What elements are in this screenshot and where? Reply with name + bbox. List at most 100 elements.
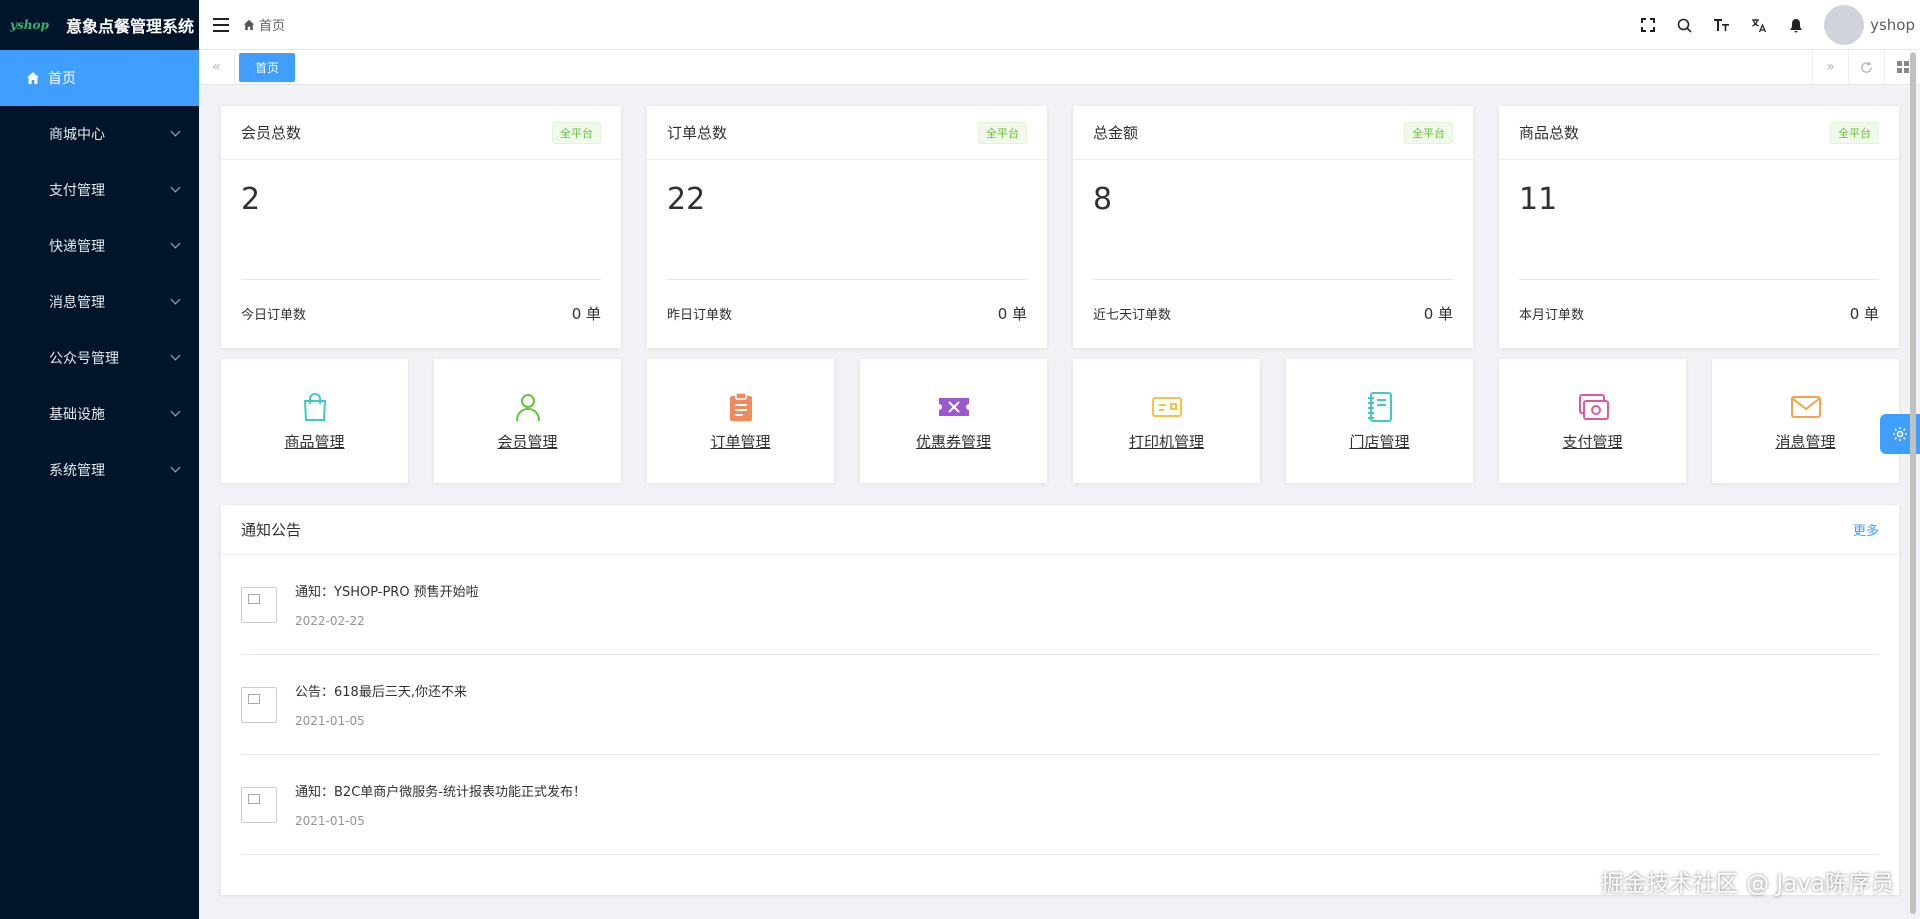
stat-value: 8 [1093, 160, 1453, 280]
navbar-right: yshop [1629, 0, 1920, 50]
notice-item-date: 2021-01-05 [295, 814, 365, 828]
quick-label: 优惠券管理 [915, 432, 991, 451]
sidebar-item-label: 商城中心 [49, 127, 105, 143]
list-item[interactable]: 通知：B2C单商户微服务-统计报表功能正式发布！ 2021-01-05 [241, 755, 1879, 855]
platform-badge: 全平台 [1830, 121, 1879, 144]
notice-item-date: 2021-01-05 [295, 714, 365, 728]
sidebar-item-message[interactable]: 消息管理 [0, 274, 199, 330]
chevron-down-icon [170, 350, 181, 361]
breadcrumb[interactable]: 首页 [243, 15, 285, 34]
home-icon [24, 71, 42, 85]
quick-label: 商品管理 [284, 432, 345, 451]
stat-foot-label: 昨日订单数 [667, 307, 733, 323]
chevron-down-icon [170, 406, 181, 417]
notice-item-title: 公告：618最后三天,你还不来 [295, 685, 467, 700]
sidebar-item-label: 基础设施 [49, 407, 105, 423]
stat-foot-label: 今日订单数 [241, 307, 307, 323]
sidebar-item-infra[interactable]: 基础设施 [0, 386, 199, 442]
stat-foot-value: 0 单 [1849, 304, 1879, 323]
stat-title: 订单总数 [667, 124, 728, 142]
sidebar-item-mall[interactable]: 商城中心 [0, 106, 199, 162]
stat-value: 22 [667, 160, 1027, 280]
tab-home[interactable]: 首页 [239, 52, 296, 82]
refresh-icon[interactable] [1848, 50, 1884, 84]
tags-view-actions: » [1812, 50, 1920, 84]
sidebar-item-label: 快递管理 [49, 239, 105, 255]
list-item[interactable]: 公告：618最后三天,你还不来 2021-01-05 [241, 655, 1879, 755]
quick-payment-management[interactable]: 支付管理 [1499, 359, 1686, 483]
list-item[interactable]: 通知：YSHOP-PRO 预售开始啦 2022-02-22 [241, 555, 1879, 655]
quick-label: 支付管理 [1562, 432, 1623, 451]
quick-coupon-management[interactable]: 优惠券管理 [860, 359, 1047, 483]
home-icon [243, 19, 255, 30]
stat-card-amount: 总金额 全平台 8 近七天订单数 0 单 [1073, 106, 1473, 348]
platform-badge: 全平台 [552, 121, 601, 144]
notice-panel: 通知公告 更多 通知：YSHOP-PRO 预售开始啦 2022-02-22 公告… [221, 505, 1899, 895]
bell-icon[interactable] [1777, 0, 1814, 50]
stat-title: 会员总数 [241, 124, 302, 142]
main-content: 会员总数 全平台 2 今日订单数 0 单 订单总数 全平台 22 昨日订单数 0 单 总… [221, 106, 1899, 895]
sidebar-item-payment[interactable]: 支付管理 [0, 162, 199, 218]
notebook-icon [1364, 391, 1396, 423]
quick-member-management[interactable]: 会员管理 [434, 359, 621, 483]
notice-list: 通知：YSHOP-PRO 预售开始啦 2022-02-22 公告：618最后三天… [221, 555, 1899, 855]
quick-printer-management[interactable]: 打印机管理 [1073, 359, 1260, 483]
scrollbar[interactable] [1910, 52, 1916, 914]
broken-image-icon [241, 786, 277, 823]
stat-foot-label: 本月订单数 [1519, 307, 1585, 323]
navbar: 首页 yshop [199, 0, 1920, 50]
avatar[interactable] [1824, 5, 1865, 45]
quick-order-management[interactable]: 订单管理 [647, 359, 834, 483]
scroll-left-icon[interactable]: « [199, 50, 235, 84]
quick-label: 门店管理 [1349, 432, 1410, 451]
notice-item-date: 2022-02-22 [295, 614, 365, 628]
quick-store-management[interactable]: 门店管理 [1286, 359, 1473, 483]
notice-item-title: 通知：B2C单商户微服务-统计报表功能正式发布！ [295, 785, 586, 800]
translate-icon[interactable] [1740, 0, 1777, 50]
chevron-down-icon [170, 126, 181, 137]
quick-label: 订单管理 [710, 432, 771, 451]
sidebar: yshop 意象点餐管理系统 首页 商城中心 支付管理 快递管理 消息管理 公众… [0, 0, 199, 919]
brand[interactable]: yshop 意象点餐管理系统 [0, 0, 199, 50]
username[interactable]: yshop [1870, 16, 1915, 34]
sidebar-item-wechat[interactable]: 公众号管理 [0, 330, 199, 386]
stat-value: 2 [241, 160, 601, 280]
stat-title: 总金额 [1093, 124, 1139, 142]
notice-more-link[interactable]: 更多 [1853, 520, 1879, 539]
stat-card-orders: 订单总数 全平台 22 昨日订单数 0 单 [647, 106, 1047, 348]
stat-foot-value: 0 单 [1423, 304, 1453, 323]
quick-label: 会员管理 [497, 432, 558, 451]
search-icon[interactable] [1666, 0, 1703, 50]
platform-badge: 全平台 [978, 121, 1027, 144]
breadcrumb-label: 首页 [259, 19, 286, 34]
stat-foot-value: 0 单 [997, 304, 1027, 323]
fullscreen-icon[interactable] [1629, 0, 1666, 50]
stat-foot-value: 0 单 [571, 304, 601, 323]
quick-message-management[interactable]: 消息管理 [1712, 359, 1899, 483]
chevron-down-icon [170, 462, 181, 473]
font-size-icon[interactable] [1703, 0, 1740, 50]
clipboard-icon [725, 391, 757, 423]
sidebar-item-home[interactable]: 首页 [0, 50, 199, 106]
stat-row: 会员总数 全平台 2 今日订单数 0 单 订单总数 全平台 22 昨日订单数 0 单 总… [221, 106, 1899, 348]
sidebar-item-label: 消息管理 [49, 295, 105, 311]
sidebar-item-express[interactable]: 快递管理 [0, 218, 199, 274]
hamburger-icon[interactable] [213, 17, 229, 32]
user-icon [512, 391, 544, 423]
notice-item-title: 通知：YSHOP-PRO 预售开始啦 [295, 585, 479, 600]
shopping-bag-icon [299, 391, 331, 423]
quick-label: 打印机管理 [1128, 432, 1204, 451]
stat-card-members: 会员总数 全平台 2 今日订单数 0 单 [221, 106, 621, 348]
quick-entry-row: 商品管理 会员管理 订单管理 优惠券管理 打印机管理 门店管理 支付管理 消息管… [221, 359, 1899, 483]
sidebar-item-label: 公众号管理 [49, 351, 119, 367]
broken-image-icon [241, 586, 277, 623]
stat-foot-label: 近七天订单数 [1093, 307, 1172, 323]
stat-title: 商品总数 [1519, 124, 1580, 142]
printer-icon [1151, 391, 1183, 423]
sidebar-item-system[interactable]: 系统管理 [0, 442, 199, 498]
chevron-down-icon [170, 238, 181, 249]
quick-product-management[interactable]: 商品管理 [221, 359, 408, 483]
scroll-right-icon[interactable]: » [1812, 50, 1848, 84]
platform-badge: 全平台 [1404, 121, 1453, 144]
broken-image-icon [241, 686, 277, 723]
